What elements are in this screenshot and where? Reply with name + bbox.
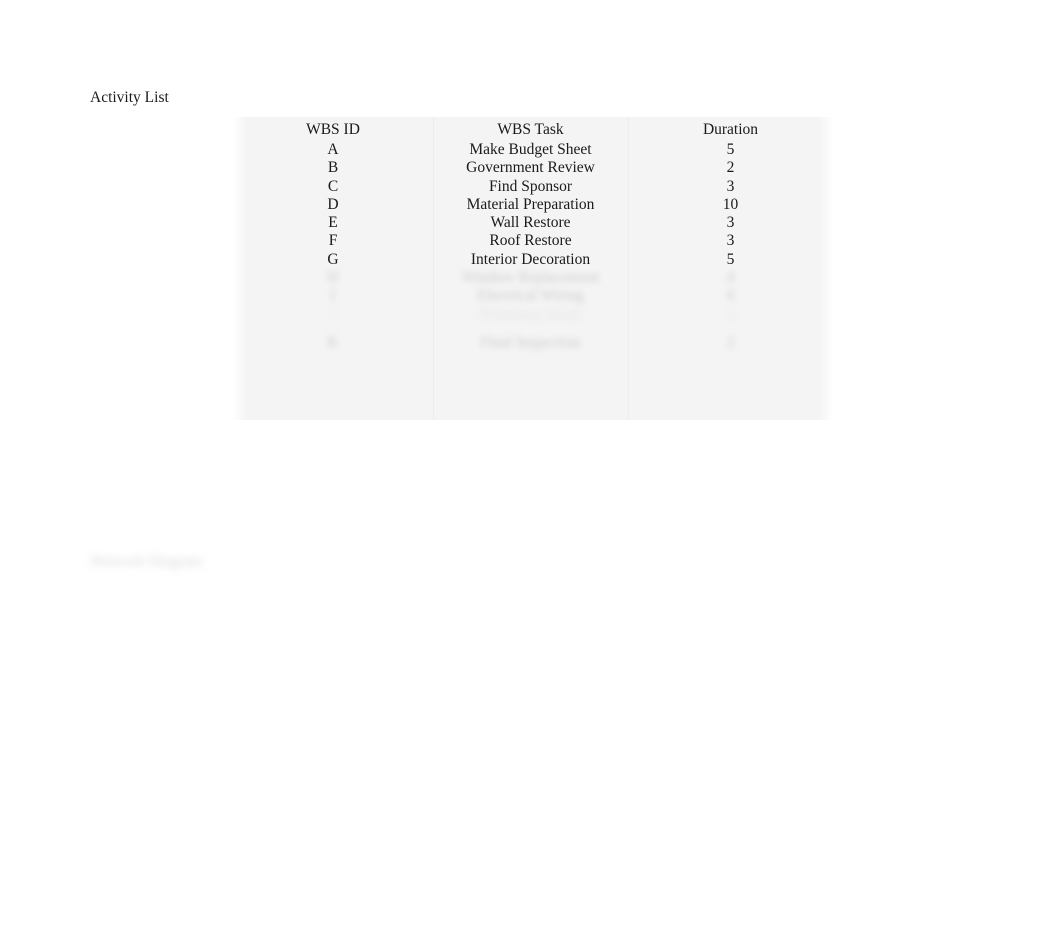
- cell-wbs-task: Plumbing Install: [479, 305, 582, 323]
- cell-wbs-task: Interior Decoration: [470, 250, 591, 268]
- cell-wbs-task: Electrical Wiring: [477, 287, 584, 305]
- cell-wbs-task: Final Inspection: [480, 333, 581, 351]
- cell-wbs-id: F: [328, 232, 338, 250]
- table-body: A Make Budget Sheet 5 B Government Revie…: [233, 141, 833, 352]
- table-row-spacer: [233, 324, 833, 334]
- cell-duration: 2: [726, 333, 735, 351]
- cell-wbs-id: I: [330, 287, 336, 305]
- secondary-caption-obscured: Network Diagram: [90, 553, 203, 570]
- table-row-obscured: H Window Replacement 4: [233, 269, 833, 287]
- cell-duration: 10: [722, 195, 739, 213]
- cell-wbs-id: B: [327, 159, 339, 177]
- cell-wbs-id: G: [327, 250, 339, 268]
- table-row: D Material Preparation 10: [233, 196, 833, 214]
- cell-duration: 2: [726, 159, 735, 177]
- cell-wbs-task: Wall Restore: [490, 214, 571, 232]
- cell-wbs-id: A: [327, 141, 339, 158]
- cell-wbs-task: Window Replacement: [461, 269, 600, 287]
- activity-list-table: WBS ID WBS Task Duration A Make Budget S…: [233, 117, 833, 352]
- page-title: Activity List: [90, 89, 169, 106]
- cell-duration: 5: [726, 250, 735, 268]
- cell-wbs-task: Government Review: [466, 159, 595, 177]
- cell-wbs-id: K: [327, 333, 339, 351]
- cell-wbs-id: D: [327, 195, 339, 213]
- cell-wbs-task: Material Preparation: [466, 195, 595, 213]
- cell-duration: 3: [726, 214, 735, 232]
- cell-wbs-id: C: [327, 177, 339, 195]
- table-row-obscured: I Electrical Wiring 6: [233, 287, 833, 305]
- table-row: B Government Review 2: [233, 159, 833, 177]
- table-row: C Find Sponsor 3: [233, 178, 833, 196]
- table-row: A Make Budget Sheet 5: [233, 141, 833, 159]
- activity-list-table-container: WBS ID WBS Task Duration A Make Budget S…: [233, 117, 833, 420]
- cell-duration: 6: [726, 287, 735, 305]
- table-row: G Interior Decoration 5: [233, 251, 833, 269]
- cell-wbs-id: E: [328, 214, 338, 232]
- cell-wbs-task: Find Sponsor: [488, 177, 573, 195]
- cell-duration: 4: [726, 269, 735, 287]
- cell-wbs-task: Make Budget Sheet: [469, 141, 592, 158]
- cell-wbs-id: J: [329, 305, 337, 323]
- column-header-wbs-id: WBS ID: [306, 120, 360, 138]
- column-header-duration: Duration: [702, 120, 759, 138]
- column-header-wbs-task: WBS Task: [497, 120, 564, 138]
- table-row: E Wall Restore 3: [233, 214, 833, 232]
- cell-wbs-task: Roof Restore: [489, 232, 572, 250]
- table-row: F Roof Restore 3: [233, 232, 833, 250]
- cell-duration: 3: [726, 177, 735, 195]
- cell-duration: 5: [726, 141, 735, 158]
- cell-duration: 3: [726, 232, 735, 250]
- table-header-row: WBS ID WBS Task Duration: [233, 117, 833, 141]
- table-row-obscured: K Final Inspection 2: [233, 334, 833, 352]
- table-row-obscured: J Plumbing Install 4: [233, 306, 833, 324]
- cell-wbs-id: H: [327, 269, 339, 287]
- cell-duration: 4: [726, 305, 735, 323]
